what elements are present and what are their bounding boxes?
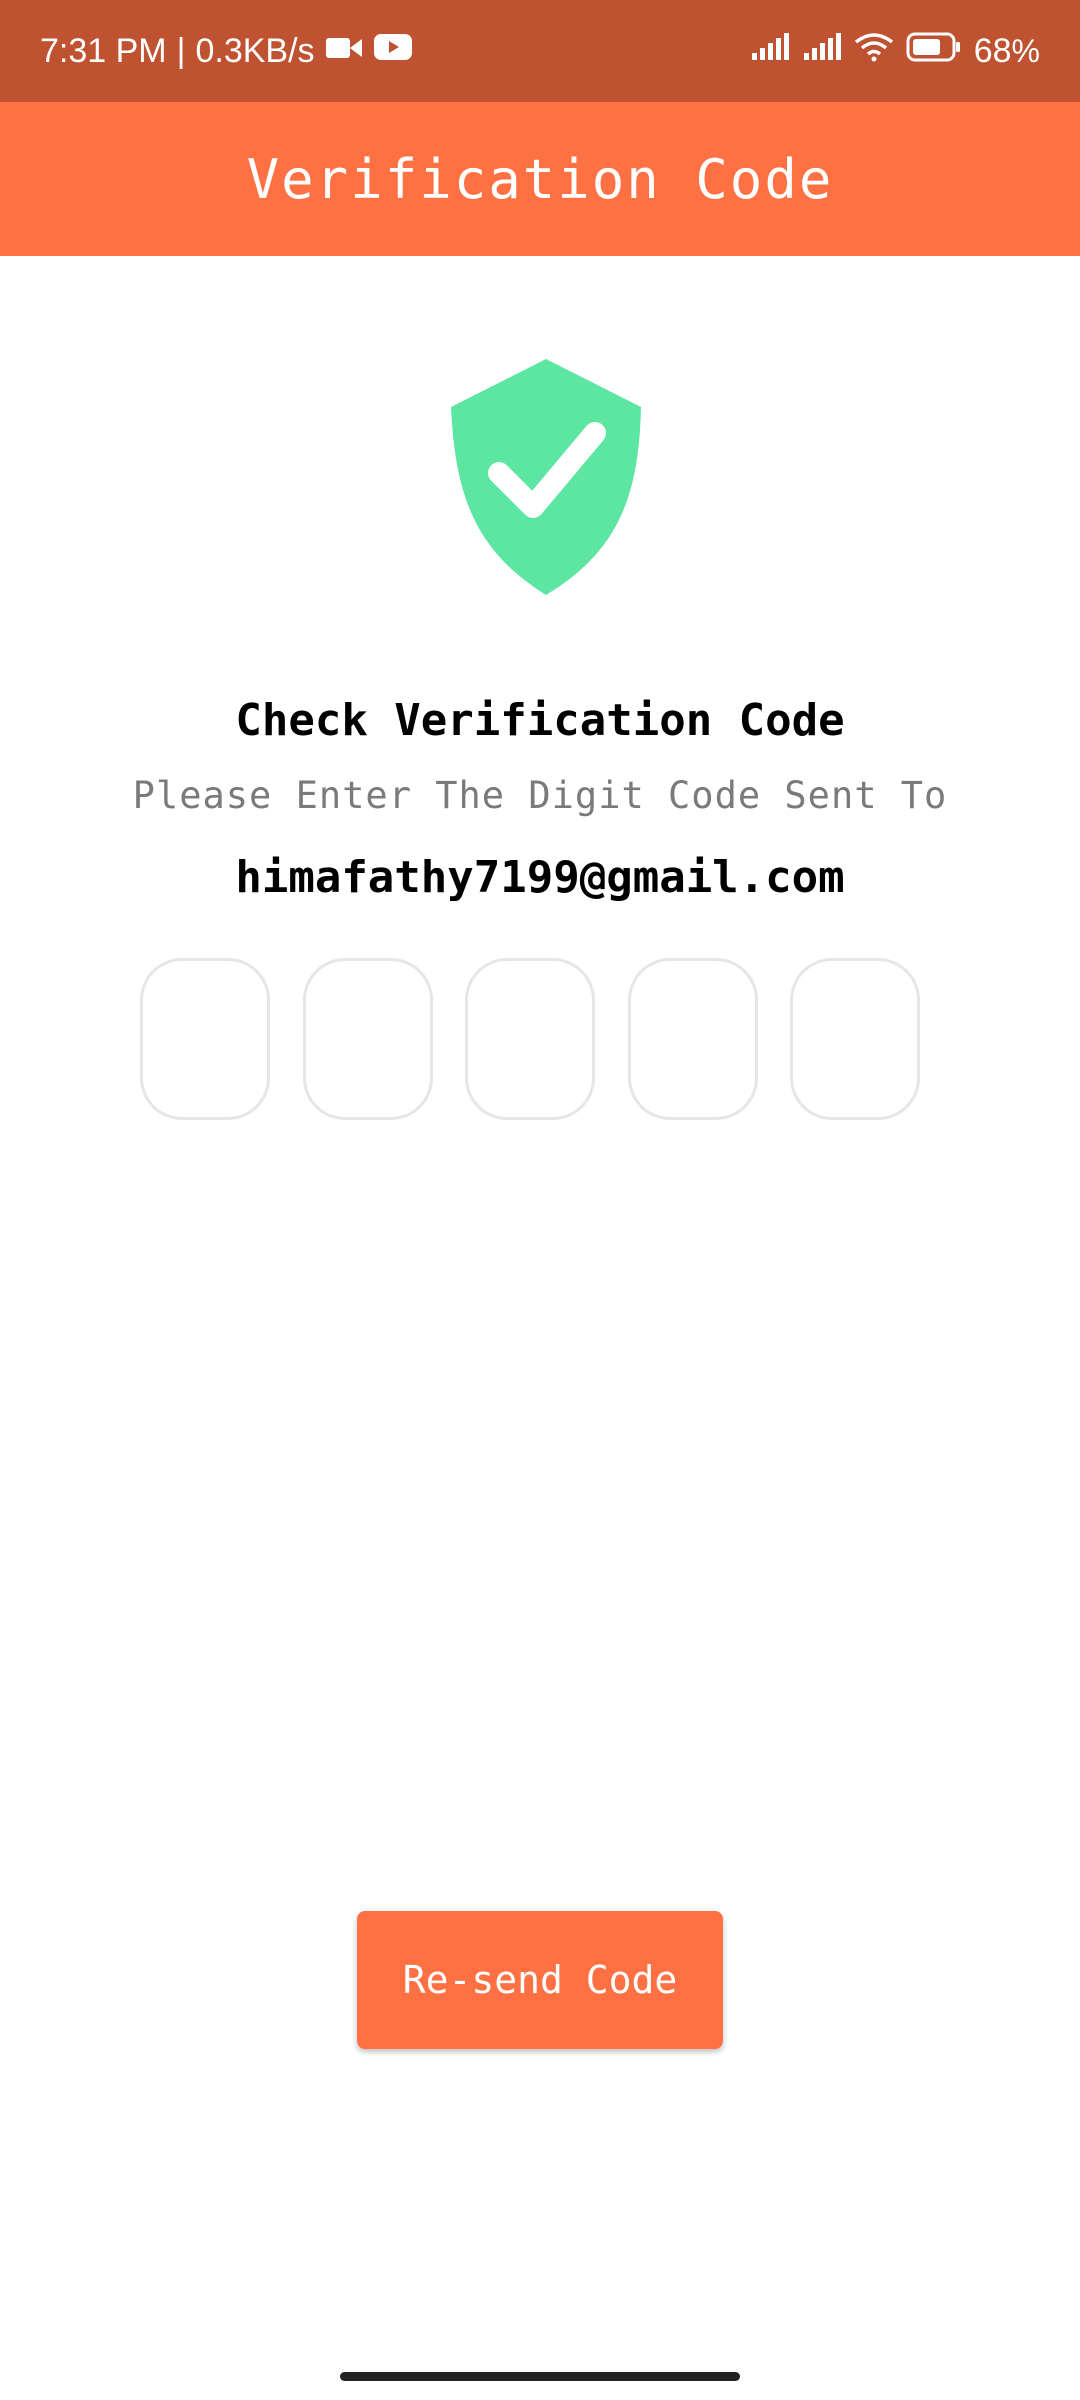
status-right: 68% xyxy=(750,0,1040,102)
code-digit-input-1[interactable] xyxy=(140,958,270,1120)
status-left: 7:31 PM | 0.3KB/s xyxy=(40,0,413,102)
status-bar: 7:31 PM | 0.3KB/s 68% xyxy=(0,0,1080,102)
recipient-email: himafathy7199@gmail.com xyxy=(235,852,845,903)
code-input-row xyxy=(140,958,920,1126)
app-bar: Verification Code xyxy=(0,102,1080,256)
status-separator: | xyxy=(176,31,186,70)
battery-icon xyxy=(906,32,962,71)
resend-code-button[interactable]: Re-send Code xyxy=(357,1911,723,2049)
video-camera-icon xyxy=(325,32,363,71)
home-indicator[interactable] xyxy=(340,2372,740,2381)
shield-check-icon xyxy=(447,355,647,595)
youtube-icon xyxy=(373,32,413,71)
status-time: 7:31 PM xyxy=(40,31,167,70)
code-digit-input-3[interactable] xyxy=(465,958,595,1120)
instruction-text: Please Enter The Digit Code Sent To xyxy=(132,774,948,817)
battery-percentage: 68% xyxy=(973,31,1040,70)
signal-icon xyxy=(802,32,842,71)
wifi-icon xyxy=(854,32,894,71)
code-digit-input-5[interactable] xyxy=(790,958,920,1120)
page-heading: Check Verification Code xyxy=(235,695,845,746)
status-speed: 0.3KB/s xyxy=(195,31,315,70)
code-digit-input-2[interactable] xyxy=(302,958,433,1120)
code-digit-input-4[interactable] xyxy=(627,958,758,1120)
signal-icon xyxy=(750,32,790,71)
app-title: Verification Code xyxy=(246,147,834,211)
